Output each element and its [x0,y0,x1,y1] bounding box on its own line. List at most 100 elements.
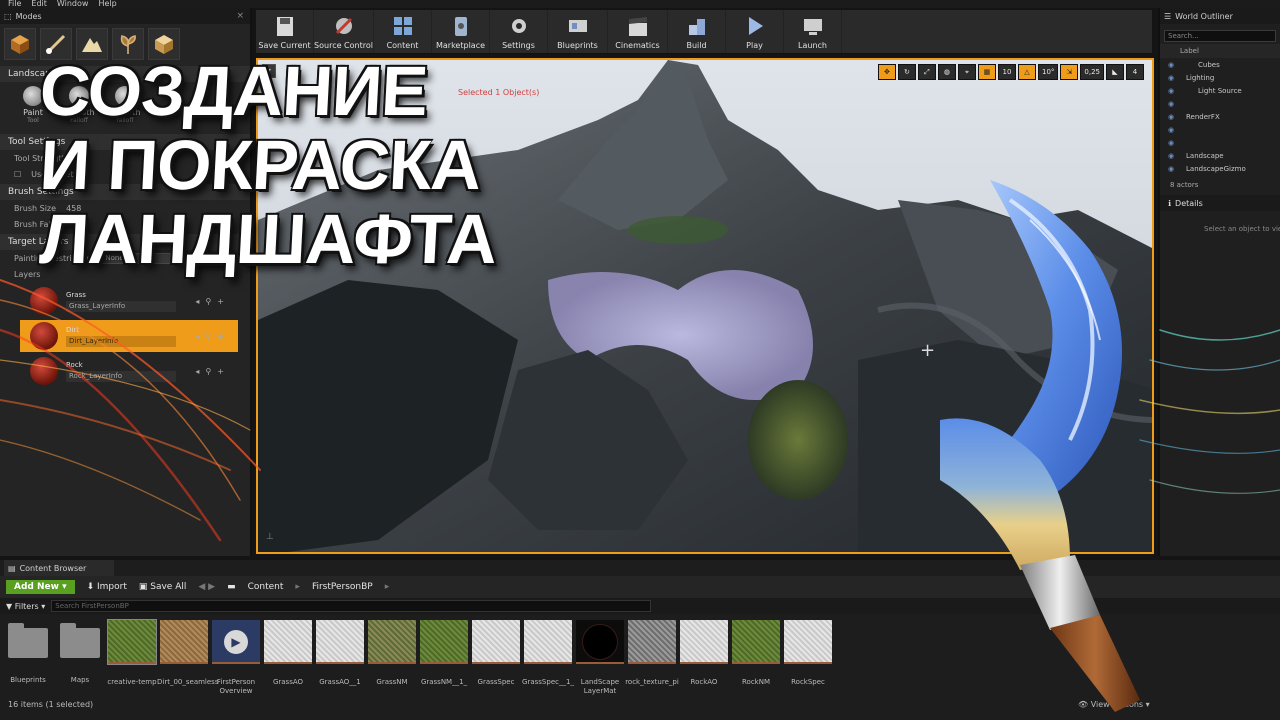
scale-snap-value[interactable]: 0,25 [1080,64,1104,80]
asset-tile[interactable]: RockNM [732,620,780,696]
eye-icon[interactable]: ◉ [1160,87,1176,95]
eye-icon[interactable]: ◉ [1160,74,1176,82]
content-browser-tab[interactable]: ▤ Content Browser [4,560,114,576]
world-icon[interactable]: ◍ [937,64,956,80]
modes-tab[interactable]: ⬚ Modes × [0,8,250,24]
layer-thumbnail [30,322,58,350]
asset-tile[interactable]: RockSpec [784,620,832,696]
layer-rock[interactable]: Rock Rock_LayerInfo ◂⚲+ [20,355,238,387]
blueprints-button[interactable]: Blueprints [548,10,608,53]
history-arrows-icon[interactable]: ◀ ▶ [198,582,215,592]
outliner-row[interactable]: ◉ [1160,136,1280,149]
place-mode-button[interactable] [4,28,36,60]
import-button[interactable]: ⬇ Import [87,582,127,592]
settings-button[interactable]: Settings [490,10,548,53]
eye-icon[interactable]: ◉ [1160,152,1176,160]
filters-button[interactable]: ▼ Filters ▾ [6,602,45,611]
outliner-label-column[interactable]: Label [1160,44,1280,58]
layer-info: Dirt_LayerInfo [66,336,176,347]
layer-actions-icon[interactable]: ◂⚲+ [195,332,230,341]
outliner-row[interactable]: ◉ Light Source [1160,84,1280,97]
asset-tile[interactable]: RockAO [680,620,728,696]
camera-speed-value[interactable]: 4 [1126,64,1144,80]
layer-actions-icon[interactable]: ◂⚲+ [195,297,230,306]
path-firstpersonbp[interactable]: FirstPersonBP [312,582,373,592]
outliner-search-input[interactable]: Search... [1164,30,1276,42]
content-search-input[interactable]: Search FirstPersonBP [51,600,652,612]
eye-icon[interactable]: ◉ [1160,139,1176,147]
outliner-tab[interactable]: ☰ World Outliner [1160,8,1280,24]
source-control-label: Source Control [314,41,373,50]
checkbox-icon[interactable]: ☐ [14,170,21,179]
cinematics-label: Cinematics [615,41,660,50]
add-new-button[interactable]: Add New ▾ [6,580,75,594]
outliner-item-label: Lighting [1186,73,1215,82]
viewport-controls: ✥ ↻ ⤢ ◍ ⌖ ▦ 10 △ 10° ⇲ 0,25 ◣ 4 [877,64,1144,80]
rotation-snap-icon[interactable]: △ [1017,64,1036,80]
folder-icon [8,623,48,658]
asset-tile[interactable]: GrassSpec [472,620,520,696]
outliner-row[interactable]: ◉ Cubes [1160,58,1280,71]
layer-name: Rock [66,361,83,369]
asset-tile[interactable]: Blueprints [4,620,52,696]
asset-tile[interactable]: Dirt_00_seamless [157,620,219,696]
close-icon[interactable]: × [236,11,244,21]
marketplace-button[interactable]: Marketplace [432,10,490,53]
content-label: Content [386,41,419,50]
asset-tile[interactable]: LandScape LayerMat [576,620,624,696]
asset-tile[interactable]: GrassNM__1_ [420,620,468,696]
asset-tile[interactable]: GrassSpec__1_ [522,620,574,696]
surface-snap-icon[interactable]: ⌖ [957,64,976,80]
eye-icon[interactable]: ◉ [1160,61,1176,69]
outliner-title: World Outliner [1175,11,1233,21]
asset-tile[interactable]: creative-temp [107,619,157,696]
folder-icon: ▬ [227,582,236,592]
menu-help[interactable]: Help [98,0,116,8]
outliner-row[interactable]: ◉ Lighting [1160,71,1280,84]
content-button[interactable]: Content [374,10,432,53]
launch-button[interactable]: Launch [784,10,842,53]
path-content[interactable]: Content [248,582,284,592]
outliner-tree: ◉ Cubes ◉ Lighting ◉ Light Source ◉ ◉ Render… [1160,58,1280,175]
rotation-snap-value[interactable]: 10° [1037,64,1059,80]
asset-tile[interactable]: GrassNM [368,620,416,696]
scale-snap-icon[interactable]: ⇲ [1060,64,1079,80]
outliner-item-label: Cubes [1198,60,1220,69]
asset-tile[interactable]: rock_texture_pi [625,620,679,696]
asset-tile[interactable]: GrassAO [264,620,312,696]
layer-dirt[interactable]: Dirt Dirt_LayerInfo ◂⚲+ [20,320,238,352]
outliner-row[interactable]: ◉ [1160,97,1280,110]
asset-name: Dirt_00_seamless [157,678,219,686]
eye-icon[interactable]: ◉ [1160,100,1176,108]
folder-icon [60,623,100,658]
play-button[interactable]: Play [726,10,784,53]
menu-edit[interactable]: Edit [31,0,47,8]
asset-tile[interactable]: GrassAO__1 [316,620,364,696]
eye-icon[interactable]: ◉ [1160,113,1176,121]
layer-actions-icon[interactable]: ◂⚲+ [195,367,230,376]
scale-icon[interactable]: ⤢ [917,64,936,80]
cinematics-button[interactable]: Cinematics [608,10,668,53]
asset-thumbnail [420,620,468,664]
asset-tile[interactable]: Maps [56,620,104,696]
menu-window[interactable]: Window [57,0,89,8]
layer-grass[interactable]: Grass Grass_LayerInfo ◂⚲+ [20,285,238,317]
eye-icon[interactable]: ◉ [1160,126,1176,134]
grid-snap-icon[interactable]: ▦ [977,64,996,80]
asset-thumbnail [472,620,520,664]
save-current-button[interactable]: Save Current [256,10,314,53]
filters-label: Filters [14,601,39,611]
play-icon [748,17,763,35]
translate-icon[interactable]: ✥ [877,64,896,80]
asset-tile[interactable]: ▶ FirstPerson Overview [212,620,260,696]
menu-file[interactable]: File [8,0,21,8]
source-control-button[interactable]: Source Control [314,10,374,53]
grid-snap-value[interactable]: 10 [997,64,1016,80]
outliner-row[interactable]: ◉ [1160,123,1280,136]
build-button[interactable]: Build [668,10,726,53]
outliner-row[interactable]: ◉ RenderFX [1160,110,1280,123]
save-all-button[interactable]: ▣ Save All [139,582,187,592]
rotate-icon[interactable]: ↻ [897,64,916,80]
asset-name: GrassAO__1 [319,678,361,686]
camera-speed-icon[interactable]: ◣ [1106,64,1124,80]
